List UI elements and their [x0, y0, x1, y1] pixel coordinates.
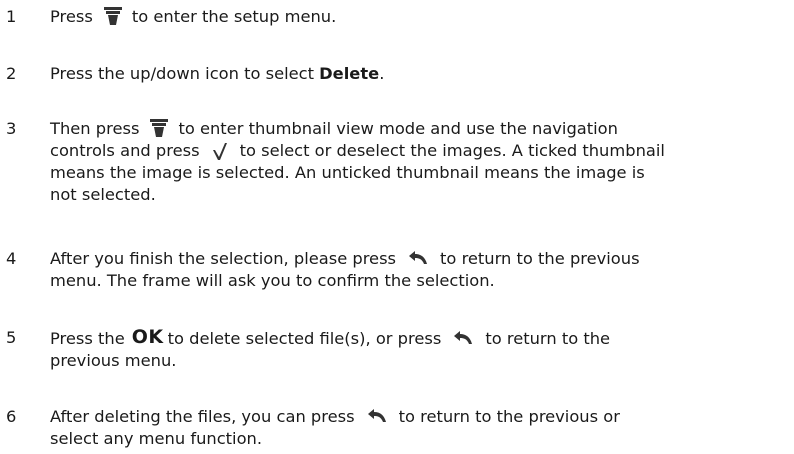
step-line: After you finish the selection, please p… — [50, 248, 790, 270]
step-line: select any menu function. — [50, 428, 790, 450]
check-icon — [212, 142, 227, 160]
setup-menu-icon — [150, 118, 169, 137]
step-text: Press the OK to delete selected file(s), o… — [50, 326, 790, 372]
step-text-bold: Delete — [319, 64, 380, 83]
step-text-part: After deleting the files, you can press — [50, 407, 355, 426]
step-text-part: means the image is selected. An unticked… — [50, 163, 645, 182]
step-text-part: Press — [50, 7, 93, 26]
back-arrow-icon — [454, 330, 473, 344]
step-line: not selected. — [50, 184, 790, 206]
step-line: controls and press to select or deselect … — [50, 140, 790, 162]
step-text-part: to delete selected file(s), or press — [167, 329, 442, 348]
step-text-part: to enter thumbnail view mode and use the… — [178, 119, 618, 138]
step-text: Press the up/down icon to select Delete. — [50, 63, 790, 85]
step-text-part: After you finish the selection, please p… — [50, 249, 397, 268]
step-number: 4 — [6, 249, 17, 268]
step-text: After you finish the selection, please p… — [50, 248, 790, 292]
step-text: Press to enter the setup menu. — [50, 6, 790, 28]
step-text-part: Then press — [50, 119, 140, 138]
step-text-part: select any menu function. — [50, 429, 263, 448]
back-arrow-icon — [409, 250, 428, 264]
step-line: previous menu. — [50, 350, 790, 372]
step-number: 6 — [6, 407, 17, 426]
step-line: After deleting the files, you can press t… — [50, 406, 790, 428]
step-text-part: to select or deselect the images. A tick… — [239, 141, 665, 160]
step-text-part: Press the — [50, 329, 125, 348]
step-text: Then press to enter thumbnail view mode a… — [50, 118, 790, 206]
step-text-part: previous menu. — [50, 351, 177, 370]
step-line: Press the OK to delete selected file(s), o… — [50, 326, 790, 350]
step-number: 3 — [6, 119, 17, 138]
step-text-part: controls and press — [50, 141, 200, 160]
step-text-part: to enter the setup menu. — [131, 7, 337, 26]
step-text-part: menu. The frame will ask you to confirm … — [50, 271, 495, 290]
step-text-part: to return to the — [485, 329, 611, 348]
back-arrow-icon — [367, 408, 386, 422]
step-line: Then press to enter thumbnail view mode a… — [50, 118, 790, 140]
step-text: After deleting the files, you can press t… — [50, 406, 790, 450]
step-text-part: . — [379, 64, 385, 83]
step-text-part: not selected. — [50, 185, 156, 204]
step-line: menu. The frame will ask you to confirm … — [50, 270, 790, 292]
step-number: 1 — [6, 7, 17, 26]
step-line: means the image is selected. An unticked… — [50, 162, 790, 184]
ok-button-icon: OK — [131, 326, 164, 348]
step-number: 5 — [6, 328, 17, 347]
step-number: 2 — [6, 64, 17, 83]
step-text-part: to return to the previous — [440, 249, 640, 268]
step-text-part: to return to the previous or — [398, 407, 620, 426]
step-text-part: Press the up/down icon to select — [50, 64, 320, 83]
setup-menu-icon — [103, 6, 122, 25]
